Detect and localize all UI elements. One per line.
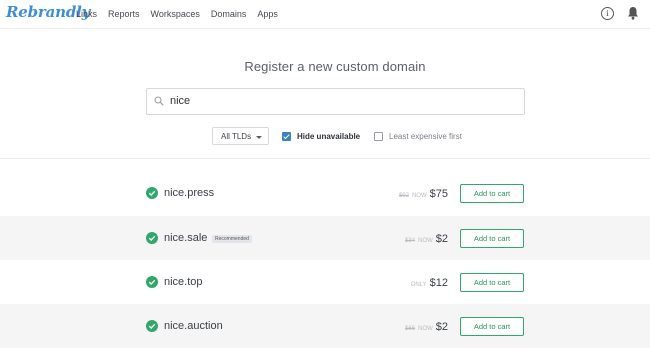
domain-result-row: nice.auction $66 NOW $2 Add to cart — [0, 304, 650, 348]
nav-link-reports[interactable]: Reports — [108, 9, 140, 19]
price: $12 — [429, 277, 448, 289]
price-tag: NOW — [418, 326, 433, 332]
old-price: $66 — [405, 326, 416, 332]
nav-links: Links Reports Workspaces Domains Apps — [76, 9, 289, 19]
add-to-cart-button[interactable]: Add to cart — [460, 273, 524, 292]
least-expensive-checkbox[interactable] — [374, 132, 383, 141]
page-title: Register a new custom domain — [244, 59, 426, 74]
old-price: $34 — [405, 238, 416, 244]
price-block: ONLY $12 — [411, 277, 448, 289]
nav-link-domains[interactable]: Domains — [211, 9, 247, 19]
price: $2 — [435, 233, 448, 245]
domain-search-box[interactable] — [146, 88, 525, 115]
hide-unavailable-label[interactable]: Hide unavailable — [297, 132, 360, 141]
price-tag: ONLY — [410, 282, 427, 288]
price-block: $92 NOW $75 — [399, 188, 448, 200]
nav-link-links[interactable]: Links — [76, 9, 97, 19]
search-icon — [154, 96, 164, 106]
domain-name: nice.auction — [164, 320, 223, 332]
nav-link-workspaces[interactable]: Workspaces — [151, 9, 200, 19]
available-check-icon — [146, 232, 158, 244]
old-price: $92 — [398, 193, 409, 199]
top-navigation-bar: Rebrandly Links Reports Workspaces Domai… — [0, 0, 650, 29]
recommended-badge: Recommended — [212, 235, 252, 243]
domain-result-row: nice.top ONLY $12 Add to cart — [0, 260, 650, 304]
add-to-cart-button[interactable]: Add to cart — [460, 317, 524, 336]
bell-icon[interactable] — [627, 6, 639, 20]
available-check-icon — [146, 187, 158, 199]
tld-select[interactable]: All TLDs — [212, 127, 269, 145]
price: $2 — [435, 321, 448, 333]
price: $75 — [429, 188, 448, 200]
least-expensive-label[interactable]: Least expensive first — [389, 132, 462, 141]
results-divider — [0, 158, 650, 159]
chevron-down-icon — [256, 136, 262, 139]
price-block: $34 NOW $2 — [405, 233, 448, 245]
nav-link-apps[interactable]: Apps — [257, 9, 278, 19]
price-block: $66 NOW $2 — [405, 321, 448, 333]
add-to-cart-button[interactable]: Add to cart — [460, 184, 524, 203]
price-tag: NOW — [411, 193, 427, 199]
price-tag: NOW — [418, 238, 433, 244]
domain-name: nice.sale — [164, 232, 208, 244]
available-check-icon — [146, 320, 158, 332]
tld-select-value: All TLDs — [221, 132, 252, 141]
available-check-icon — [146, 276, 158, 288]
info-icon[interactable]: i — [601, 7, 614, 20]
domain-name: nice.press — [164, 187, 215, 199]
domain-result-row: nice.sale Recommended $34 NOW $2 Add to … — [0, 216, 650, 260]
domain-name: nice.top — [164, 276, 203, 288]
domain-result-row: nice.press $92 NOW $75 Add to cart — [0, 172, 650, 216]
search-input[interactable] — [170, 91, 510, 111]
add-to-cart-button[interactable]: Add to cart — [460, 229, 524, 248]
hide-unavailable-checkbox[interactable] — [282, 132, 291, 141]
